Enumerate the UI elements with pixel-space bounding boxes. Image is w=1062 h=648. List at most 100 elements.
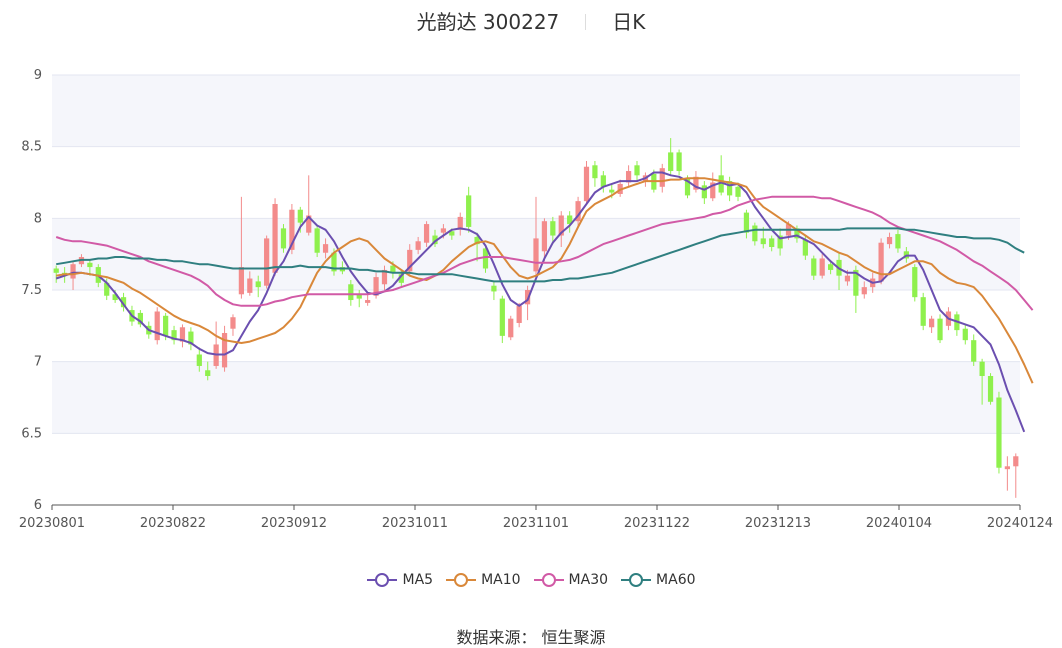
candle-body	[322, 244, 329, 253]
candlestick-chart: 6 6.5 7 7.5 8 8.5 9 20230801 20230822 20230912 202…	[19, 68, 1053, 531]
candle-body	[844, 275, 851, 282]
candle-body	[634, 165, 640, 176]
legend-marker-icon	[621, 573, 652, 587]
candle	[920, 292, 926, 331]
candle-body	[205, 370, 211, 376]
candle-body	[735, 186, 741, 197]
candle-body	[550, 221, 556, 236]
chart-stage: 光韵达 300227 日K 6 6.5 7 7.5 8 8.5 9 20230801 202308…	[0, 0, 1062, 647]
candle	[272, 198, 278, 276]
candle-body	[272, 204, 278, 273]
candle-body	[297, 209, 303, 223]
y-tick-label: 8	[34, 211, 42, 226]
candle-body	[196, 354, 202, 366]
candle-body	[53, 268, 59, 273]
x-tick-label: 20230801	[19, 516, 85, 531]
candle-body	[516, 305, 522, 323]
candle-body	[415, 241, 421, 250]
candle-body	[508, 318, 514, 338]
candle-body	[592, 165, 598, 179]
candle-body	[878, 242, 884, 282]
legend-label: MA5	[402, 572, 434, 588]
candle	[937, 314, 943, 344]
candle-body	[466, 195, 472, 227]
candle-body	[491, 285, 497, 292]
candle-body	[348, 284, 354, 301]
y-tick-label: 9	[34, 68, 42, 83]
candle-body	[743, 212, 750, 233]
legend-marker-icon	[367, 573, 398, 587]
candle-body	[811, 258, 817, 276]
candle-body	[280, 228, 287, 249]
data-source: 数据来源： 恒生聚源	[456, 628, 606, 647]
legend-label: MA10	[481, 572, 521, 588]
candle-body	[230, 317, 236, 329]
candle-body	[609, 189, 615, 193]
candle-body	[499, 298, 505, 336]
candle	[583, 161, 590, 204]
candle-body	[886, 236, 893, 245]
candle-body	[987, 376, 994, 402]
candle-body	[676, 152, 682, 172]
x-tick-label: 20230822	[140, 516, 206, 531]
y-tick-label: 7	[34, 355, 42, 370]
candle	[508, 315, 514, 341]
x-tick-label: 20231213	[745, 516, 811, 531]
candle-body	[920, 297, 926, 326]
legend-item-ma5[interactable]: MA5	[366, 572, 433, 588]
candle-body	[533, 238, 539, 272]
legend-label: MA60	[656, 572, 696, 588]
x-tick-label: 20231101	[503, 516, 569, 531]
candle-body	[423, 224, 430, 243]
x-tick-label: 20230912	[261, 516, 327, 531]
candle-body	[365, 300, 371, 303]
grid-band	[52, 361, 1020, 434]
legend: MA5 MA10 MA30 MA60	[0, 572, 1062, 588]
legend-item-ma10[interactable]: MA10	[445, 572, 521, 588]
legend-item-ma60[interactable]: MA60	[620, 572, 696, 588]
candle-body	[929, 318, 935, 328]
y-tick-label: 8.5	[21, 140, 42, 155]
candle-body	[87, 262, 93, 268]
candle	[575, 196, 581, 226]
legend-marker-icon	[446, 573, 477, 587]
candle	[264, 235, 270, 289]
candle-body	[440, 228, 447, 233]
candle-body	[1004, 466, 1010, 470]
candle-body	[861, 287, 867, 295]
candle	[878, 238, 884, 285]
candle-body	[668, 152, 674, 172]
candle-body	[819, 258, 825, 276]
candle-body	[912, 267, 918, 298]
x-tick-label: 20231122	[624, 516, 690, 531]
candle-body	[314, 228, 320, 253]
candle-body	[163, 315, 169, 336]
candle	[314, 225, 320, 258]
candle-body	[962, 328, 968, 341]
candle-body	[895, 234, 901, 249]
x-tick-label: 20231011	[382, 516, 448, 531]
legend-label: MA30	[568, 572, 609, 588]
candle-body	[802, 239, 808, 256]
candle-body	[701, 185, 707, 199]
candle-body	[238, 267, 245, 295]
grid-band	[52, 75, 1020, 147]
candle	[280, 224, 287, 253]
candle-body	[769, 238, 775, 247]
y-tick-label: 7.5	[21, 283, 42, 298]
candle	[912, 264, 918, 302]
y-tick-label: 6	[34, 498, 42, 513]
candle-body	[1013, 456, 1019, 467]
candle-body	[996, 397, 1002, 468]
legend-marker-icon	[533, 573, 564, 587]
candle-body	[247, 278, 253, 293]
legend-item-ma30[interactable]: MA30	[533, 572, 608, 588]
candle-body	[937, 318, 943, 341]
candle-body	[600, 175, 606, 187]
candle-body	[583, 166, 590, 202]
candle-body	[255, 281, 261, 288]
x-tick-label: 20240104	[866, 516, 932, 531]
candle-body	[971, 340, 977, 362]
candle	[154, 307, 160, 345]
candle-body	[541, 221, 548, 252]
